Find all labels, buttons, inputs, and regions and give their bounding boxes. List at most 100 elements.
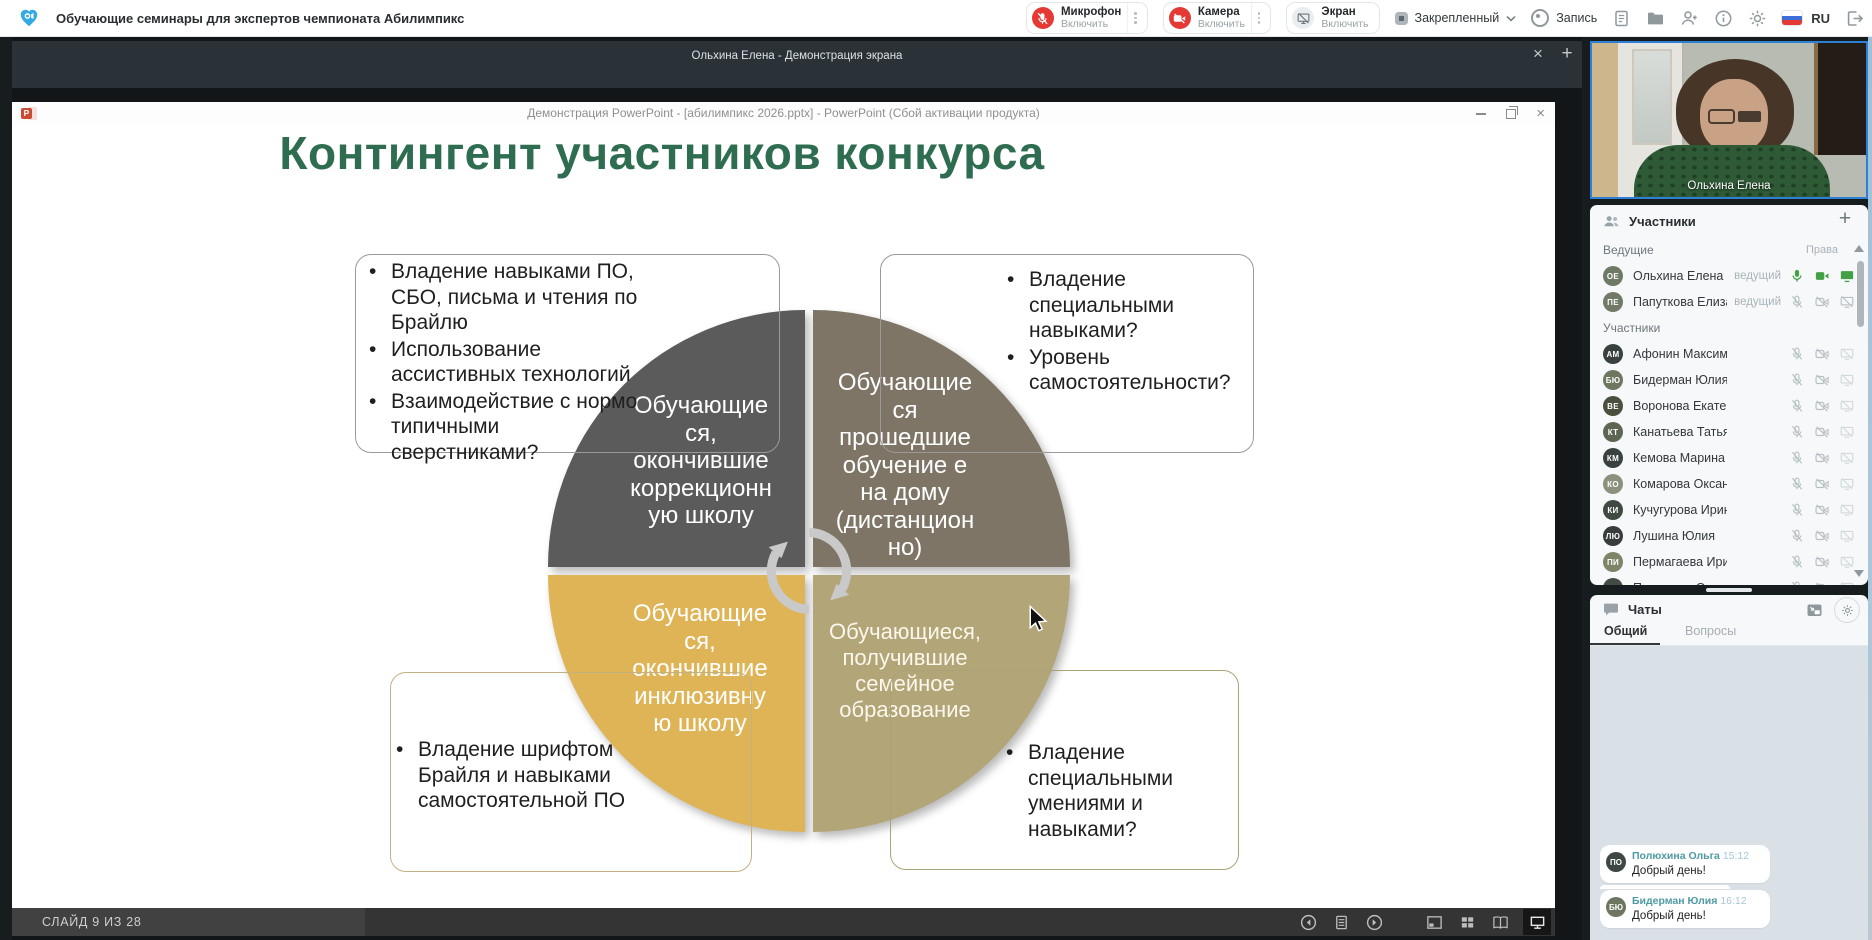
participant-row[interactable]: БЮ Бидерман Юлия Владимировна	[1603, 367, 1868, 393]
message-author: Бидерман Юлия	[1632, 895, 1717, 907]
status-icons	[1790, 451, 1854, 465]
attendees-section-header: Участники	[1603, 315, 1868, 341]
language-flag-icon[interactable]	[1782, 11, 1802, 25]
microphone-button[interactable]: МикрофонВключить	[1026, 2, 1148, 34]
participants-scrollbar[interactable]	[1857, 261, 1864, 327]
app-logo-icon	[18, 7, 40, 29]
camera-more-menu[interactable]	[1251, 3, 1267, 33]
participant-row[interactable]: ПЕ Папуткова Елизавета ведущий	[1603, 289, 1868, 315]
screen-off-icon	[1292, 7, 1314, 29]
close-share-icon[interactable]: ×	[1525, 44, 1551, 64]
participants-icon	[1603, 213, 1620, 230]
window-scrollbar[interactable]	[1868, 36, 1872, 940]
gear-icon[interactable]	[1748, 9, 1767, 28]
bullets-inclusive: Владение шрифтом Брайля и навыками самос…	[394, 737, 734, 815]
participant-row[interactable]: ПИ Пермагаева Ирина Александро...	[1603, 549, 1868, 575]
participant-row[interactable]: КТ Канатьева Татьяна	[1603, 419, 1868, 445]
notes-button[interactable]	[1331, 912, 1351, 932]
status-icons	[1790, 503, 1854, 517]
speaker-video-tile[interactable]: Ольхина Елена	[1590, 41, 1868, 199]
participant-row[interactable]: АМ Афонин Максим	[1603, 341, 1868, 367]
screen-label: Экран	[1321, 6, 1368, 18]
participant-role: ведущий	[1727, 270, 1781, 282]
add-share-icon[interactable]: +	[1554, 43, 1580, 65]
screenshare-off-icon	[1840, 451, 1854, 465]
screen-share-button[interactable]: ЭкранВключить	[1286, 2, 1379, 34]
next-slide-button[interactable]	[1364, 912, 1384, 932]
avatar: БЮ	[1606, 897, 1626, 917]
leave-meeting-icon[interactable]	[1845, 9, 1864, 28]
close-window-icon[interactable]: ×	[1536, 106, 1545, 121]
attendee-rows: АМ Афонин Максим БЮ Бидер	[1603, 341, 1868, 585]
avatar: ПЕ	[1603, 292, 1623, 312]
mic-muted-icon	[1790, 503, 1804, 517]
chat-settings-gear-icon[interactable]	[1834, 597, 1860, 623]
notes-icon[interactable]	[1612, 9, 1631, 28]
record-button[interactable]: Запись	[1531, 9, 1597, 27]
camera-button[interactable]: КамераВключить	[1163, 2, 1272, 34]
avatar: ОЕ	[1603, 266, 1623, 286]
language-label[interactable]: RU	[1811, 11, 1830, 26]
bullet-item: Владение специальными навыками?	[1005, 267, 1245, 344]
status-icons	[1790, 373, 1854, 387]
reading-view-button[interactable]	[1490, 912, 1510, 932]
participant-name: Пермагаева Ирина Александро...	[1633, 555, 1727, 569]
screenshare-off-icon	[1840, 477, 1854, 491]
status-icons	[1790, 295, 1854, 309]
panel-resize-handle[interactable]	[1590, 585, 1868, 595]
screenshare-off-icon	[1840, 399, 1854, 413]
slideshow-view-button[interactable]	[1523, 909, 1551, 935]
info-icon[interactable]	[1714, 9, 1733, 28]
participant-name: Папуткова Елизавета	[1633, 295, 1727, 309]
mic-muted-icon	[1790, 399, 1804, 413]
grid-view-button[interactable]	[1457, 912, 1477, 932]
scroll-down-arrow[interactable]	[1854, 570, 1864, 577]
slide-counter: СЛАЙД 9 ИЗ 28	[42, 915, 142, 929]
mic-on-icon	[1790, 269, 1804, 283]
minimize-window-icon[interactable]	[1476, 113, 1486, 115]
app-window: Обучающие семинары для экспертов чемпион…	[0, 0, 1872, 940]
powerpoint-statusbar: СЛАЙД 9 ИЗ 28	[12, 908, 1555, 936]
powerpoint-titlebar: P Демонстрация PowerPoint - [абилимпикс …	[12, 102, 1555, 127]
camera-off-icon	[1815, 373, 1829, 387]
chat-icon	[1603, 601, 1619, 617]
chat-message: БЮ Бидерман Юлия16:12 Добрый день!	[1600, 890, 1770, 928]
screenshare-off-icon	[1840, 529, 1854, 543]
popout-chat-button[interactable]	[1802, 598, 1826, 622]
bullets-home: Владение специальными навыками?Уровень с…	[1005, 267, 1245, 397]
participant-row[interactable]: ЛЮ Лушина Юлия	[1603, 523, 1868, 549]
message-time: 15:12	[1723, 850, 1749, 862]
participant-row[interactable]: КИ Кучугурова Ирина Евгеньевна	[1603, 497, 1868, 523]
participant-row[interactable]: ПО Полюхина Ольга	[1603, 575, 1868, 585]
screenshare-on-icon	[1840, 269, 1854, 283]
meeting-title: Обучающие семинары для экспертов чемпион…	[56, 11, 464, 26]
mic-more-menu[interactable]	[1127, 3, 1143, 33]
share-tab-bar: Ольхина Елена - Демонстрация экрана × +	[12, 41, 1582, 88]
participant-role: ведущий	[1727, 296, 1781, 308]
participant-row[interactable]: ОЕ Ольхина Елена ведущий	[1603, 263, 1868, 289]
tab-general-chat[interactable]: Общий	[1604, 624, 1647, 638]
status-icons	[1790, 269, 1854, 283]
chevron-down-icon	[1506, 15, 1516, 22]
mic-muted-icon	[1790, 555, 1804, 569]
participant-row[interactable]: КМ Кемова Марина	[1603, 445, 1868, 471]
avatar: ПО	[1603, 578, 1623, 585]
restore-window-icon[interactable]	[1506, 109, 1516, 119]
add-user-icon[interactable]	[1680, 9, 1699, 28]
bullets-correctional: Владение навыками ПО, СБО, письма и чтен…	[367, 259, 767, 466]
tab-questions[interactable]: Вопросы	[1685, 624, 1736, 638]
chat-message-partial	[1600, 885, 1730, 889]
participant-row[interactable]: ВЕ Воронова Екатерина	[1603, 393, 1868, 419]
scroll-up-arrow[interactable]	[1854, 245, 1864, 252]
folder-icon[interactable]	[1646, 9, 1665, 28]
bullet-item: Владение шрифтом Брайля и навыками самос…	[394, 737, 734, 814]
rights-label[interactable]: Права	[1806, 244, 1838, 256]
camera-on-icon	[1815, 269, 1829, 283]
add-participant-button[interactable]: +	[1832, 207, 1858, 231]
status-icons	[1790, 477, 1854, 491]
participant-row[interactable]: КО Комарова Оксана Евгеньевна	[1603, 471, 1868, 497]
top-bar: Обучающие семинары для экспертов чемпион…	[0, 0, 1872, 37]
layout-selector[interactable]: Закрепленный	[1395, 11, 1517, 25]
normal-view-button[interactable]	[1424, 912, 1444, 932]
prev-slide-button[interactable]	[1298, 912, 1318, 932]
